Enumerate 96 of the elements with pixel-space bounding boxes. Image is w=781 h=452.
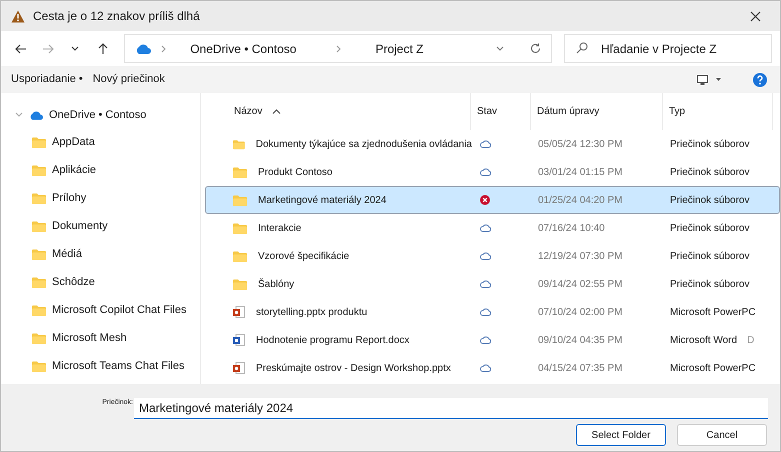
folder-icon	[32, 192, 46, 204]
file-row[interactable]: storytelling.pptx produktu 07/10/24 02:00 PM Microsoft PowerPC	[205, 298, 780, 326]
file-row[interactable]: Marketingové materiály 2024 01/25/24 04:20 PM Priečinok súborov	[205, 186, 780, 214]
cancel-button[interactable]: Cancel	[677, 424, 767, 446]
caret-icon	[716, 78, 721, 81]
folder-icon	[32, 332, 46, 344]
sidebar-item[interactable]: OneDrive • Contoso	[49, 106, 146, 124]
type-cell-text: Priečinok súborov	[669, 250, 750, 264]
folder-icon	[233, 278, 247, 290]
date-cell-text: 07/16/24 10:40	[537, 222, 606, 236]
cloud-icon	[135, 44, 152, 54]
date-cell-text: 09/10/24 04:35 PM	[537, 334, 624, 348]
date-cell-text: 03/01/24 01:15 PM	[537, 166, 624, 180]
type-cell-text: Priečinok súborov	[669, 138, 750, 152]
type-cell-text: Priečinok súborov	[669, 194, 750, 208]
document-file-icon	[233, 334, 245, 346]
date-cell-text: 04/15/24 07:35 PM	[537, 362, 624, 376]
type-cell-text: Priečinok súborov	[669, 166, 750, 180]
date-cell-text: 12/19/24 07:30 PM	[537, 250, 624, 264]
file-row[interactable]: Hodnotenie programu Report.docx 09/10/24 04:35 PM Microsoft Word D	[205, 326, 780, 354]
chevron-down-icon	[71, 46, 80, 51]
type-cell-text: Priečinok súborov	[669, 278, 750, 292]
back-arrow-icon	[14, 44, 27, 54]
date-cell-text: 07/10/24 02:00 PM	[537, 306, 624, 320]
forward-arrow-icon	[42, 44, 54, 54]
column-header[interactable]: Dátum úpravy	[537, 104, 600, 119]
file-name: Šablóny	[258, 277, 294, 292]
file-row[interactable]: Interakcie 07/16/24 10:40 Priečinok súborov	[205, 214, 780, 242]
folder-icon	[32, 136, 46, 148]
search-field[interactable]: Hľadanie v Projecte Z	[564, 34, 772, 63]
folder-icon	[233, 250, 247, 262]
type-cell-text: Microsoft Word	[669, 334, 738, 348]
folder-icon	[233, 166, 247, 178]
column-header[interactable]: Názov	[234, 104, 262, 119]
file-name: Vzorové špecifikácie	[258, 250, 350, 264]
sidebar-item[interactable]: Dokumenty	[52, 218, 108, 234]
chevron-right-icon	[336, 44, 342, 52]
select-folder-button[interactable]: Select Folder	[576, 424, 666, 446]
refresh-icon[interactable]	[530, 43, 541, 54]
sidebar-item[interactable]: AppData	[52, 134, 95, 150]
column-header[interactable]: Stav	[477, 104, 498, 119]
date-cell-text: 01/25/24 04:20 PM	[537, 194, 624, 208]
help-icon[interactable]	[753, 72, 767, 86]
file-row[interactable]: Vzorové špecifikácie 12/19/24 07:30 PM Priečinok súborov	[205, 242, 780, 270]
chevron-right-icon	[161, 44, 166, 52]
folder-icon	[32, 248, 46, 260]
type-cell-text: Priečinok súborov	[669, 222, 750, 236]
view-options-button[interactable]	[697, 74, 721, 84]
sidebar-item[interactable]: Aplikácie	[52, 162, 96, 178]
folder-icon	[233, 138, 245, 150]
folder-icon	[233, 222, 247, 234]
sidebar-item[interactable]: Médiá	[52, 246, 82, 262]
address-bar[interactable]: OneDrive • Contoso Project Z	[124, 34, 552, 63]
folder-icon	[32, 276, 46, 288]
breadcrumb[interactable]: OneDrive • Contoso	[190, 40, 296, 58]
file-row[interactable]: Produkt Contoso 03/01/24 01:15 PM Priečinok súborov	[205, 158, 780, 186]
date-cell-text: 09/14/24 02:55 PM	[537, 278, 624, 292]
search-icon	[576, 42, 588, 54]
file-name: storytelling.pptx produktu	[256, 306, 368, 320]
toolbar-button[interactable]: Nový priečinok	[92, 71, 165, 88]
presentation-file-icon	[233, 362, 245, 374]
column-header[interactable]: Typ	[669, 104, 686, 119]
folder-icon	[32, 164, 46, 176]
file-name: Preskúmajte ostrov - Design Workshop.pptx	[256, 362, 451, 376]
folder-icon	[32, 360, 46, 372]
file-name: Hodnotenie programu Report.docx	[256, 334, 410, 348]
monitor-icon	[697, 74, 708, 84]
file-name: Interakcie	[258, 222, 302, 236]
up-arrow-icon	[98, 42, 108, 54]
type-cell-text: Microsoft PowerPC	[669, 306, 756, 320]
file-row[interactable]: Dokumenty týkajúce sa zjednodušenia ovládania 05/05/24 12:30 PM Priečinok súborov	[205, 130, 780, 158]
presentation-file-icon	[233, 306, 245, 318]
folder-name-field[interactable]: Marketingové materiály 2024	[134, 398, 768, 419]
breadcrumb[interactable]: Project Z	[375, 40, 424, 58]
file-name: Dokumenty týkajúce sa zjednodušenia ovládania	[256, 138, 472, 152]
sidebar-item[interactable]: Microsoft Mesh	[52, 330, 127, 346]
sidebar-item[interactable]: Microsoft Copilot Chat Files	[52, 302, 186, 318]
folder-icon	[32, 220, 46, 232]
close-icon	[750, 10, 760, 22]
sort-up-icon	[272, 109, 282, 114]
table-cell-text: D	[747, 334, 754, 348]
sidebar-item[interactable]: Microsoft Teams Chat Files	[52, 358, 184, 374]
folder-icon	[233, 194, 247, 206]
sidebar-item[interactable]: Schôdze	[52, 274, 95, 290]
cloud-icon	[29, 110, 43, 120]
folder-icon	[32, 304, 46, 316]
file-row[interactable]: Šablóny 09/14/24 02:55 PM Priečinok súborov	[205, 270, 780, 298]
toolbar-button[interactable]: Usporiadanie •	[11, 71, 83, 88]
file-name: Marketingové materiály 2024	[258, 194, 386, 208]
file-name: Produkt Contoso	[258, 166, 332, 180]
chevron-down-icon[interactable]	[496, 46, 504, 51]
window-title: Cesta je o 12 znakov príliš dlhá	[33, 8, 200, 25]
date-cell-text: 05/05/24 12:30 PM	[537, 138, 624, 152]
type-cell-text: Microsoft PowerPC	[669, 362, 756, 376]
file-row[interactable]: Preskúmajte ostrov - Design Workshop.pptx 04/15/24 07:35 PM Microsoft PowerPC	[205, 354, 780, 382]
sidebar-item[interactable]: Prílohy	[52, 190, 86, 206]
